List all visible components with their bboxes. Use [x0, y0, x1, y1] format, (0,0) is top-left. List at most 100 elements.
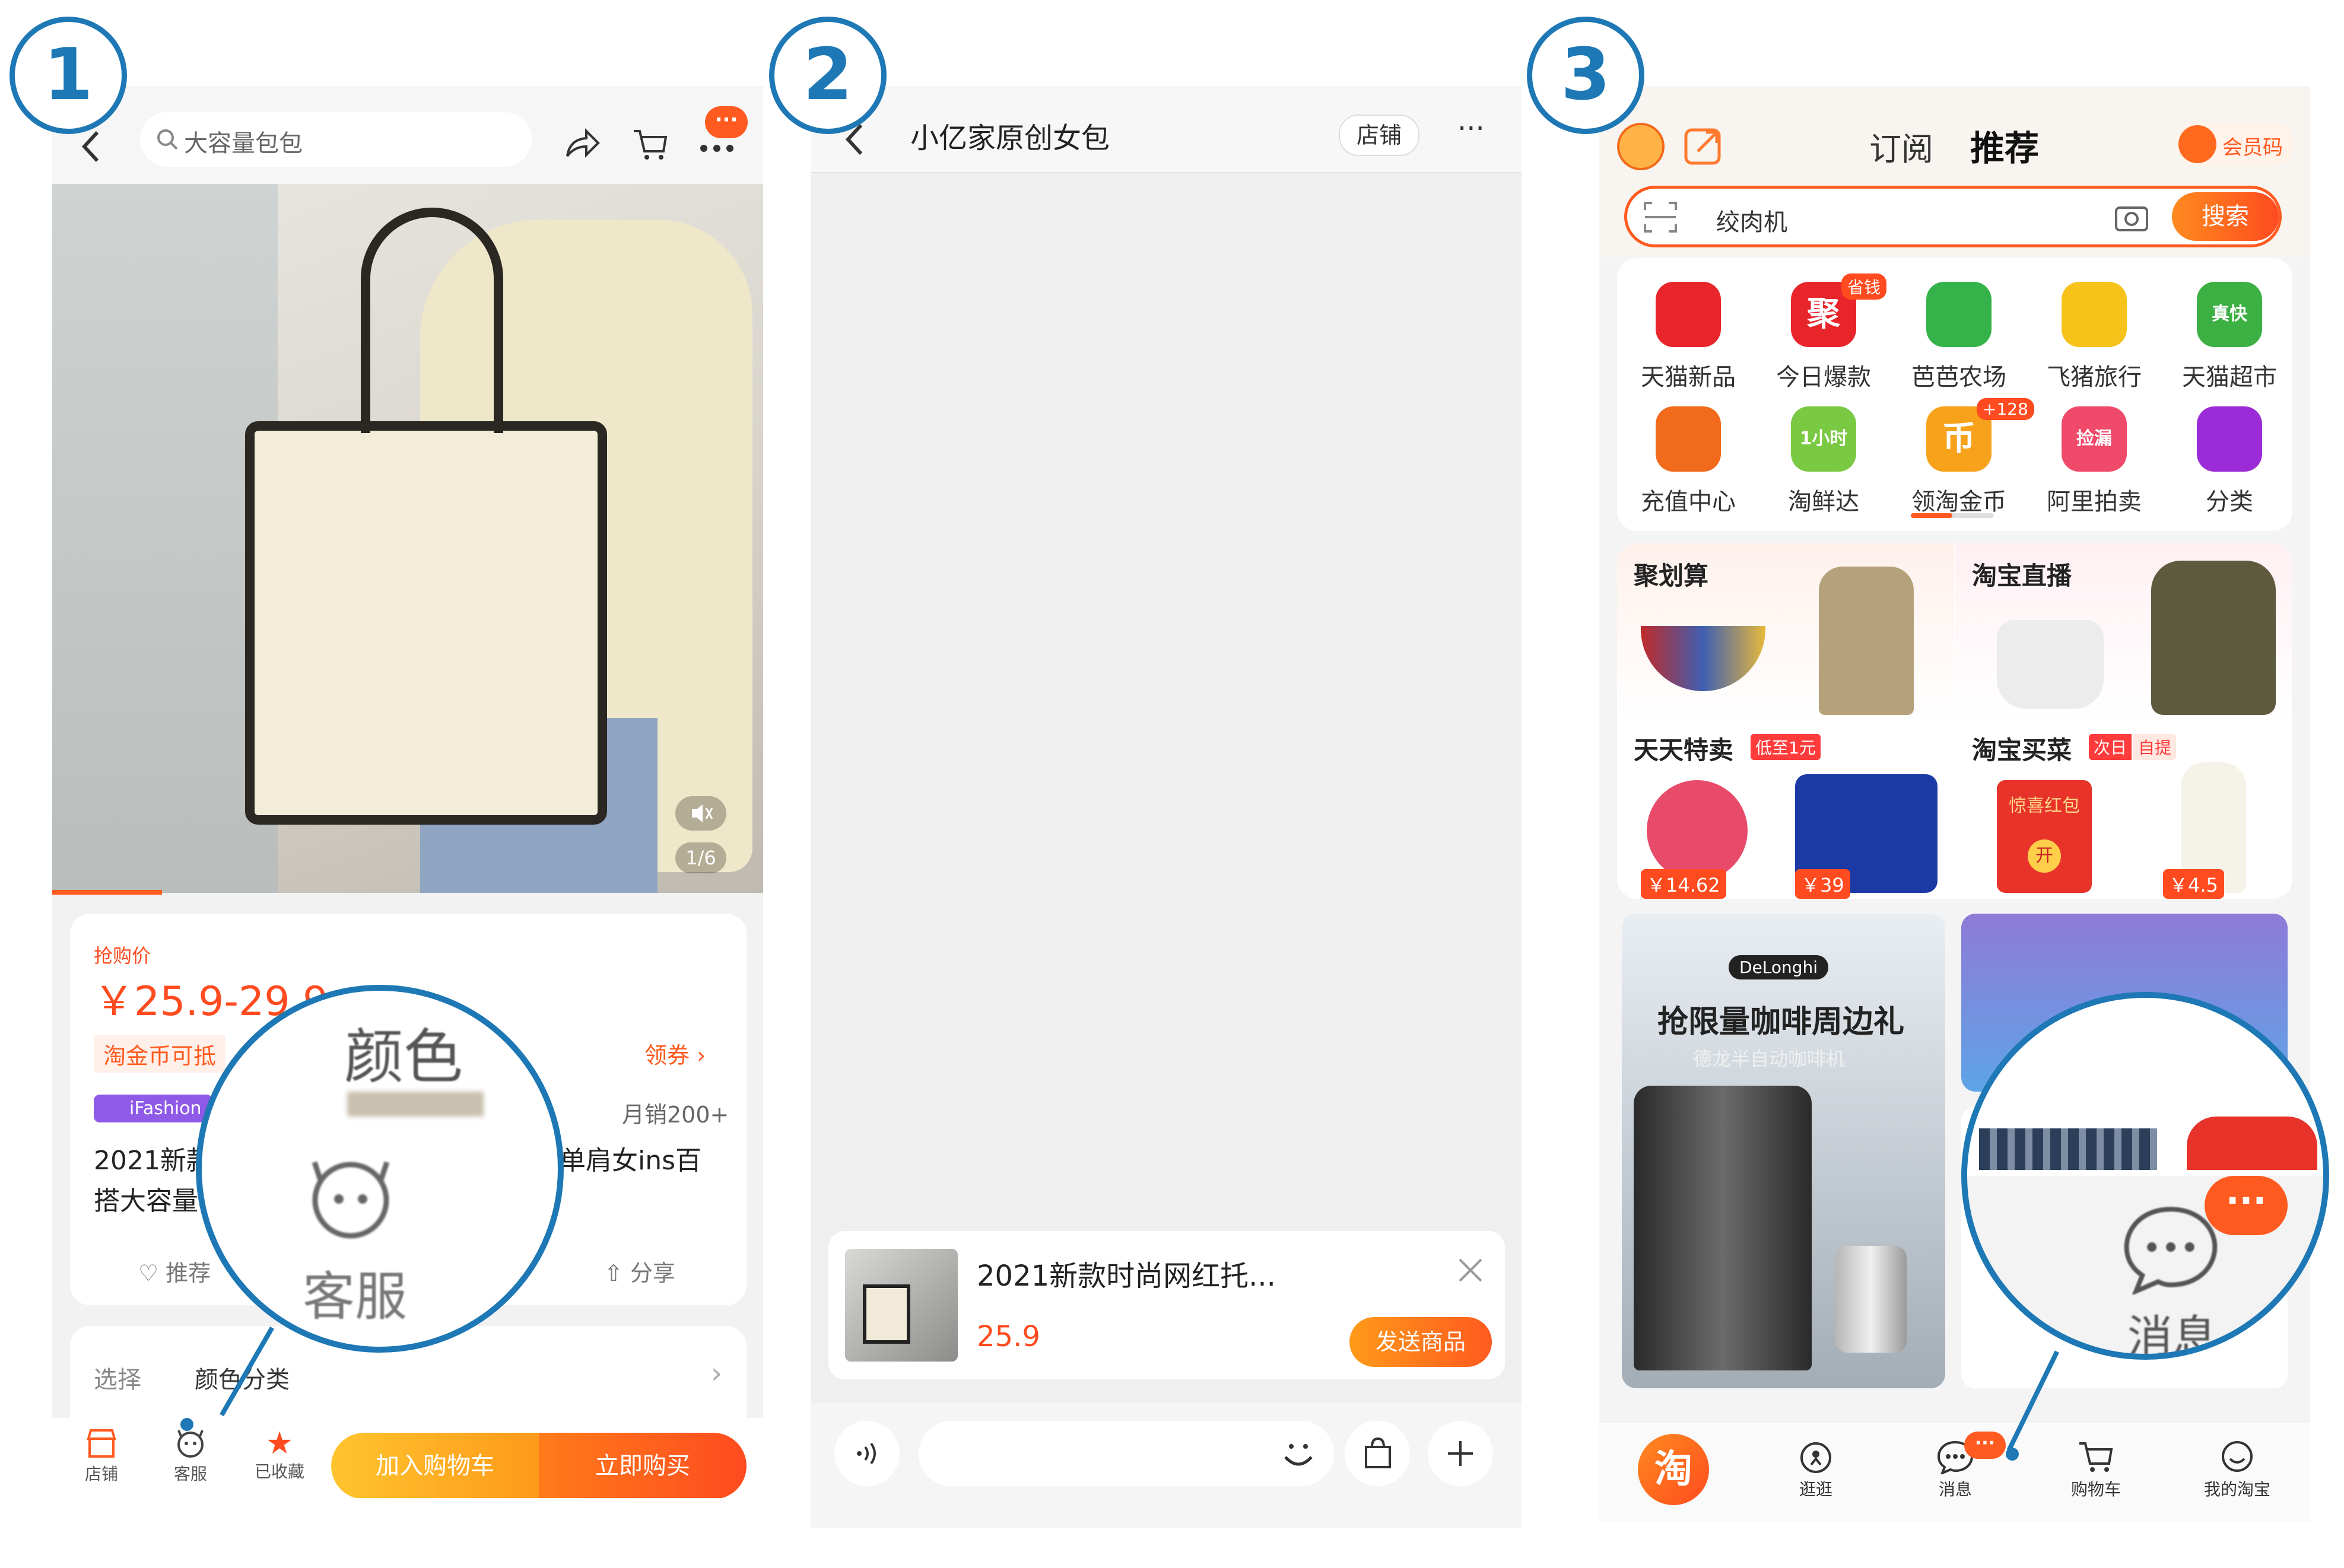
emoji-icon[interactable]	[1279, 1436, 1317, 1474]
grid-item[interactable]: 真快 天猫超市	[2158, 282, 2301, 392]
sneakers-image	[1997, 620, 2104, 709]
close-icon[interactable]	[1457, 1257, 1484, 1283]
card-live-title: 淘宝直播	[1972, 561, 2072, 590]
chat-notification-badge: ···	[705, 106, 748, 138]
member-code-label: 会员码	[2222, 136, 2283, 160]
more-icon[interactable]	[699, 139, 735, 157]
grid-item[interactable]: 芭芭农场	[1888, 282, 2030, 392]
grid-item[interactable]: 分类	[2158, 406, 2301, 517]
product-title-right: 单肩女ins百	[560, 1146, 702, 1176]
magnifier-color-text: 颜色	[344, 1022, 463, 1092]
product-picker-button[interactable]	[1345, 1421, 1410, 1486]
share-icon[interactable]	[563, 125, 601, 163]
cart-icon	[2079, 1442, 2113, 1472]
service-icon	[312, 1161, 390, 1239]
select-label: 选择	[94, 1366, 141, 1394]
recommend-action[interactable]: ♡ 推荐	[138, 1255, 211, 1287]
toy-image	[1647, 780, 1748, 881]
chevron-right-icon: ›	[711, 1357, 723, 1390]
grid-item[interactable]: 充值中心	[1617, 406, 1759, 517]
grid-item[interactable]: 天猫新品	[1617, 282, 1759, 392]
grid-item-label: 飞猪旅行	[2047, 364, 2142, 391]
ifashion-badge: iFashion	[94, 1095, 212, 1122]
product-image[interactable]: 1/6	[52, 184, 763, 893]
search-button[interactable]: 搜索	[2172, 192, 2279, 241]
external-link-icon[interactable]	[1682, 124, 1725, 167]
grid-item-icon: 真快	[2197, 282, 2262, 347]
product-title-left: 2021新款	[94, 1146, 212, 1176]
voice-icon	[857, 1442, 876, 1465]
shop-icon	[87, 1429, 116, 1458]
nav-mine[interactable]: 我的淘宝	[2187, 1439, 2288, 1500]
grid-item-label: 阿里拍卖	[2047, 488, 2142, 516]
magnifier-messages: ··· 消息	[1961, 992, 2329, 1360]
ad-subtitle: 德龙半自动咖啡机	[1693, 1048, 1846, 1070]
magnifier-anchor-1	[180, 1418, 193, 1431]
nav-mine-label: 我的淘宝	[2203, 1480, 2270, 1499]
share-action[interactable]: ⇧ 分享	[604, 1255, 675, 1287]
tote-bag-image	[245, 421, 607, 825]
grid-item[interactable]: 捡漏 阿里拍卖	[2023, 406, 2165, 517]
card-tiantian-tag: 低至1元	[1751, 734, 1821, 760]
send-product-button[interactable]: 发送商品	[1349, 1317, 1492, 1367]
scan-icon[interactable]	[1643, 201, 1678, 234]
voice-button[interactable]	[834, 1421, 900, 1486]
add-to-cart-button[interactable]: 加入购物车	[331, 1433, 539, 1498]
card-maicai-tag2: 自提	[2133, 734, 2177, 760]
card-juhuasuan[interactable]: 聚划算	[1617, 543, 1954, 720]
tab-subscribe[interactable]: 订阅	[1869, 123, 1933, 170]
share-label: 分享	[630, 1260, 675, 1286]
red-packet-image[interactable]: 惊喜红包 开	[1997, 780, 2092, 893]
card-juhuasuan-title: 聚划算	[1634, 561, 1709, 590]
grid-item-icon	[1926, 282, 1992, 347]
member-code-button[interactable]: 会员码	[2175, 122, 2294, 167]
bottom-shop-button[interactable]: 店铺	[69, 1428, 134, 1485]
step-badge-1: 1	[9, 17, 127, 134]
camera-icon[interactable]	[2114, 202, 2149, 233]
mute-icon	[692, 804, 713, 822]
more-actions-button[interactable]	[1428, 1421, 1493, 1486]
cart-icon[interactable]	[631, 125, 669, 163]
nav-guangguang[interactable]: 逛逛	[1771, 1439, 1860, 1500]
magnifier-anchor-3	[2006, 1448, 2019, 1461]
avatar[interactable]	[1617, 123, 1665, 170]
ad-brand-logo: DeLonghi	[1729, 955, 1829, 979]
feed-ad-delonghi[interactable]: DeLonghi 抢限量咖啡周边礼 德龙半自动咖啡机	[1622, 914, 1945, 1388]
mute-button[interactable]	[675, 796, 726, 831]
tab-recommend[interactable]: 推荐	[1970, 120, 2039, 170]
card-tiantian-title: 天天特卖	[1634, 736, 1734, 765]
magnifier-service-label: 客服	[303, 1266, 408, 1327]
magnifier-message-badge: ···	[2205, 1176, 2288, 1235]
grid-item[interactable]: 飞猪旅行	[2023, 282, 2165, 392]
card-maicai[interactable]: 淘宝买菜 次日 自提 惊喜红包 开 ￥4.5	[1955, 721, 2292, 899]
price-tag-3: ￥4.5	[2163, 869, 2224, 899]
card-live[interactable]: 淘宝直播	[1955, 543, 2292, 720]
search-icon	[157, 129, 178, 150]
grid-item[interactable]: 1小时 淘鲜达	[1752, 406, 1895, 517]
bottom-favorite-button[interactable]: ★ 已收藏	[247, 1428, 312, 1483]
card-tiantian[interactable]: 天天特卖 低至1元 ￥14.62 ￥39	[1617, 721, 1954, 899]
grid-item[interactable]: 币领淘金币 +128	[1888, 398, 2034, 517]
profile-icon	[2222, 1441, 2253, 1472]
price-label: 抢购价	[94, 944, 151, 967]
grid-item[interactable]: 聚今日爆款 省钱	[1752, 273, 1895, 392]
more-menu-button[interactable]: ···	[1457, 112, 1485, 145]
member-code-icon	[2178, 125, 2216, 163]
message-input[interactable]	[919, 1421, 1334, 1486]
chevron-right-icon: ›	[697, 1042, 706, 1068]
buy-now-button[interactable]: 立即购买	[539, 1433, 747, 1498]
back-icon[interactable]	[80, 129, 103, 164]
message-count-badge: ···	[1964, 1432, 2006, 1459]
bottom-service-button[interactable]: 客服	[158, 1428, 223, 1485]
search-input[interactable]: 大容量包包	[140, 112, 532, 167]
grid-item-icon	[1656, 282, 1721, 347]
guangguang-icon	[1800, 1442, 1831, 1473]
card-maicai-title: 淘宝买菜	[1972, 736, 2072, 765]
nav-cart[interactable]: 购物车	[2051, 1439, 2140, 1500]
shop-button[interactable]: 店铺	[1339, 115, 1419, 156]
nav-home-button[interactable]: 淘	[1638, 1434, 1709, 1505]
home-search-bar[interactable]: 绞肉机 搜索	[1624, 186, 2282, 247]
grid-item-label: 天猫超市	[2182, 364, 2277, 391]
bag-icon	[1365, 1437, 1391, 1468]
coupon-link[interactable]: 领券 ›	[644, 1037, 706, 1070]
